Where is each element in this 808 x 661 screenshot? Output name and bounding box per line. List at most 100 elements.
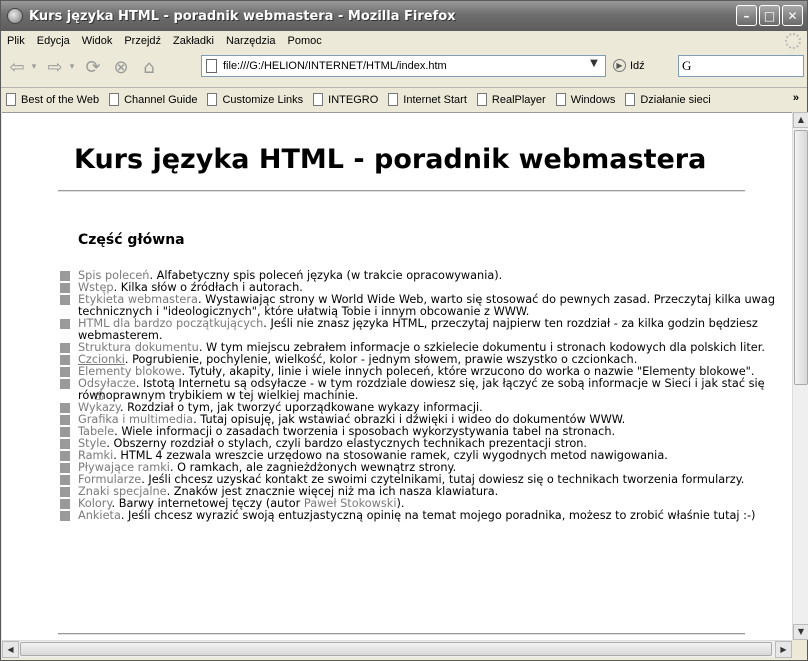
address-bar[interactable]: file:///G:/HELION/INTERNET/HTML/index.ht… [201,55,606,77]
section-title: Część główna [78,232,185,248]
list-item: Etykieta webmastera. Wystawiając strony … [58,294,792,318]
page-title: Kurs języka HTML - poradnik webmastera [74,144,707,175]
go-icon: ▶ [613,59,626,72]
page-content: Kurs języka HTML - poradnik webmastera C… [2,112,792,640]
menu-bar: Plik Edycja Widok Przejdź Zakładki Narzę… [1,31,807,51]
bookmark-item[interactable]: Customize Links [202,93,308,106]
go-label: Idź [630,59,645,72]
page-icon [555,93,566,106]
horizontal-scrollbar[interactable]: ◀ ▶ [2,640,792,658]
window-controls: – □ ✕ [736,5,803,26]
scrollbar-thumb[interactable] [794,130,808,385]
hand-cursor-icon: ☝ [94,385,104,404]
scrollbar-thumb[interactable] [20,642,772,656]
menu-tools[interactable]: Narzędzia [220,35,282,47]
bullet-icon [60,367,70,377]
page-icon [476,93,487,106]
bullet-icon [60,439,70,449]
scroll-right-button[interactable]: ▶ [775,641,792,658]
bullet-icon [60,271,70,281]
chapter-description: . Jeśli chcesz wyrazić swoją entuzjastyc… [120,509,756,522]
bookmark-item[interactable]: Best of the Web [1,93,104,106]
bullet-icon [60,451,70,461]
forward-arrow-icon[interactable]: ⇨ [43,55,67,79]
bookmark-item[interactable]: Działanie sieci [620,93,715,106]
scroll-up-button[interactable]: ▲ [793,112,808,128]
page-icon [109,93,120,106]
list-item: HTML dla bardzo początkujących. Jeśli ni… [58,318,792,342]
go-button[interactable]: ▶ Idź [613,59,645,72]
chapter-description: . Istotą Internetu są odsyłacze - w tym … [78,377,765,402]
bullet-icon [60,319,70,329]
bookmark-item[interactable]: Channel Guide [104,93,202,106]
bullet-icon [60,499,70,509]
menu-bookmarks[interactable]: Zakładki [167,35,220,47]
firefox-icon [7,8,23,24]
menu-view[interactable]: Widok [76,35,119,47]
bookmark-label: Internet Start [403,93,467,106]
bookmark-item[interactable]: Windows [551,93,621,106]
bullet-icon [60,463,70,473]
scroll-down-button[interactable]: ▼ [793,624,808,640]
maximize-button[interactable]: □ [759,5,780,26]
forward-history-dropdown[interactable]: ▾ [67,55,77,79]
menu-file[interactable]: Plik [1,35,31,47]
menu-edit[interactable]: Edycja [31,35,76,47]
bookmark-item[interactable]: INTEGRO [308,93,383,106]
list-item: Odsyłacze. Istotą Internetu są odsyłacze… [58,378,792,402]
bullet-icon [60,343,70,353]
bullet-icon [60,427,70,437]
divider [58,190,745,192]
page-icon [206,59,217,73]
minimize-button[interactable]: – [736,5,757,26]
list-item: Ankieta. Jeśli chcesz wyrazić swoją entu… [58,510,792,522]
page-icon [313,93,324,106]
bookmark-label: Best of the Web [21,93,100,106]
search-input[interactable]: G [678,55,804,77]
address-dropdown-icon[interactable]: ▼ [586,58,602,74]
bookmark-item[interactable]: Internet Start [383,93,472,106]
menu-help[interactable]: Pomoc [282,35,328,47]
page-icon [207,93,218,106]
address-url: file:///G:/HELION/INTERNET/HTML/index.ht… [223,60,447,72]
browser-window: Kurs języka HTML - poradnik webmastera -… [0,0,808,661]
bullet-icon [60,295,70,305]
bookmark-label: Channel Guide [124,93,198,106]
divider [58,633,745,635]
page-icon [6,93,16,106]
title-bar: Kurs języka HTML - poradnik webmastera -… [1,1,807,31]
bullet-icon [60,403,70,413]
bullet-icon [60,475,70,485]
bullet-icon [60,415,70,425]
home-icon[interactable]: ⌂ [137,55,161,79]
chapter-list: Spis poleceń. Alfabetyczny spis poleceń … [58,270,792,522]
bullet-icon [60,283,70,293]
vertical-scrollbar[interactable]: ▲ ▼ [792,112,808,640]
page-icon [625,93,636,106]
bookmark-label: INTEGRO [328,93,379,106]
bookmark-label: RealPlayer [491,93,546,106]
chapter-link[interactable]: Ankieta [78,509,121,522]
menu-go[interactable]: Przejdź [118,35,167,47]
back-history-dropdown[interactable]: ▾ [29,55,39,79]
bookmarks-toolbar: Best of the Web Channel Guide Customize … [1,87,807,111]
window-title: Kurs języka HTML - poradnik webmastera -… [29,8,456,24]
throbber-icon [785,33,801,49]
bookmark-label: Działanie sieci [640,93,711,106]
bookmark-item[interactable]: RealPlayer [472,93,551,106]
scroll-left-button[interactable]: ◀ [2,641,19,658]
close-button[interactable]: ✕ [782,5,803,26]
back-arrow-icon[interactable]: ⇦ [5,55,29,79]
bullet-icon [60,379,70,389]
search-value: G [682,58,692,73]
navigation-toolbar: ⇦ ▾ ⇨ ▾ ⟳ ⊗ ⌂ file:///G:/HELION/INTERNET… [1,51,807,83]
bullet-icon [60,487,70,497]
bookmark-label: Customize Links [222,93,304,106]
page-icon [388,93,399,106]
bullet-icon [60,511,70,521]
stop-icon[interactable]: ⊗ [109,55,133,79]
bullet-icon [60,355,70,365]
reload-icon[interactable]: ⟳ [81,55,105,79]
bookmark-label: Windows [570,93,616,106]
bookmarks-overflow-button[interactable]: » [793,92,799,104]
